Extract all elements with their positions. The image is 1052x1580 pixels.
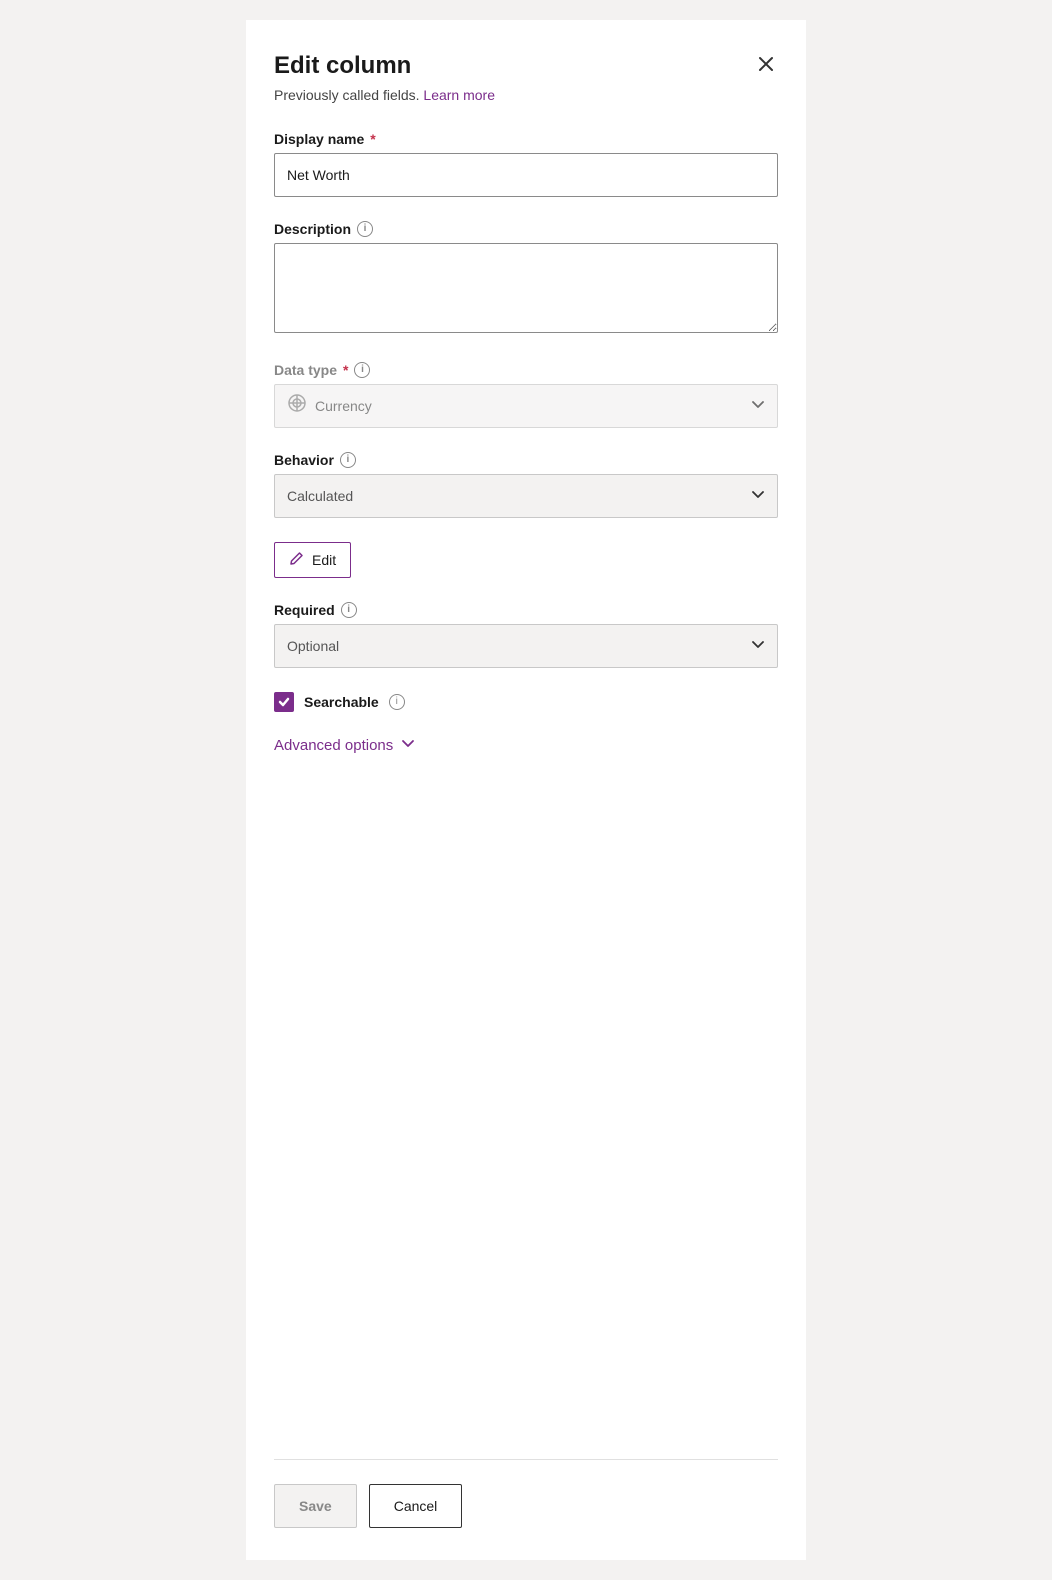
behavior-value: Calculated — [287, 488, 353, 504]
display-name-group: Display name * — [274, 131, 778, 197]
data-type-chevron-icon — [751, 397, 765, 414]
panel-title: Edit column — [274, 52, 411, 81]
edit-button-label: Edit — [312, 552, 336, 568]
advanced-options-label: Advanced options — [274, 737, 393, 754]
close-icon — [758, 56, 774, 72]
content-spacer — [274, 779, 778, 1459]
required-label: Required i — [274, 602, 778, 618]
description-info-icon: i — [357, 221, 373, 237]
description-group: Description i — [274, 221, 778, 338]
close-button[interactable] — [754, 52, 778, 76]
required-chevron-icon — [751, 637, 765, 654]
data-type-label: Data type * i — [274, 362, 778, 378]
data-type-required-star: * — [343, 362, 348, 378]
cancel-button[interactable]: Cancel — [369, 1484, 463, 1528]
advanced-options-chevron-icon — [401, 736, 415, 755]
required-value: Optional — [287, 638, 339, 654]
display-name-label: Display name * — [274, 131, 778, 147]
checkmark-icon — [278, 696, 290, 708]
behavior-label: Behavior i — [274, 452, 778, 468]
behavior-select[interactable]: Calculated — [274, 474, 778, 518]
required-info-icon: i — [341, 602, 357, 618]
required-star: * — [370, 131, 375, 147]
edit-column-panel: Edit column Previously called fields. Le… — [246, 20, 806, 1560]
searchable-info-icon: i — [389, 694, 405, 710]
required-select[interactable]: Optional — [274, 624, 778, 668]
searchable-row: Searchable i — [274, 692, 778, 712]
behavior-chevron-icon — [751, 487, 765, 504]
footer: Save Cancel — [274, 1459, 778, 1528]
data-type-info-icon: i — [354, 362, 370, 378]
description-textarea[interactable] — [274, 243, 778, 333]
save-button[interactable]: Save — [274, 1484, 357, 1528]
data-type-select[interactable]: Currency — [274, 384, 778, 428]
display-name-input[interactable] — [274, 153, 778, 197]
panel-header: Edit column — [274, 52, 778, 81]
learn-more-link[interactable]: Learn more — [423, 87, 495, 103]
subtitle: Previously called fields. Learn more — [274, 87, 778, 103]
behavior-group: Behavior i Calculated — [274, 452, 778, 518]
pencil-icon — [289, 551, 304, 569]
edit-button-group: Edit — [274, 542, 778, 578]
searchable-checkbox[interactable] — [274, 692, 294, 712]
data-type-value: Currency — [315, 398, 372, 414]
behavior-info-icon: i — [340, 452, 356, 468]
edit-button[interactable]: Edit — [274, 542, 351, 578]
searchable-label: Searchable — [304, 694, 379, 710]
data-type-group: Data type * i Currency — [274, 362, 778, 428]
description-label: Description i — [274, 221, 778, 237]
required-group: Required i Optional — [274, 602, 778, 668]
advanced-options-row[interactable]: Advanced options — [274, 736, 778, 755]
currency-icon — [287, 393, 307, 418]
